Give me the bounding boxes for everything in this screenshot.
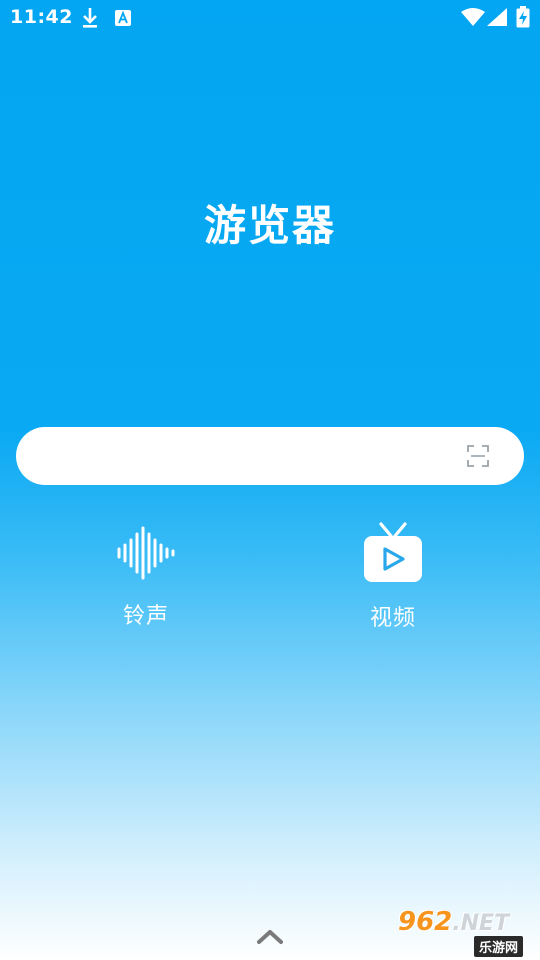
battery-charging-icon xyxy=(516,6,530,32)
page-title: 游览器 xyxy=(203,201,336,250)
wifi-icon xyxy=(461,8,485,30)
video-button[interactable]: 视频 xyxy=(323,522,463,632)
status-time: 11:42 xyxy=(10,6,73,28)
ringtone-button[interactable]: 铃声 xyxy=(76,522,216,630)
video-label: 视频 xyxy=(369,606,416,631)
signal-icon xyxy=(487,8,507,30)
watermark-brand: 962.NET xyxy=(398,907,510,937)
scan-icon[interactable] xyxy=(466,444,490,468)
search-input[interactable] xyxy=(40,427,464,487)
status-bar: 11:42 xyxy=(0,0,540,36)
search-bar[interactable] xyxy=(16,427,524,487)
chevron-up-icon[interactable] xyxy=(255,926,285,946)
text-app-icon xyxy=(114,9,132,31)
ringtone-label: 铃声 xyxy=(122,604,169,629)
tv-play-icon xyxy=(323,522,463,590)
watermark-site-name: 乐游网 xyxy=(474,936,524,957)
watermark-logo: 962.NET 乐游网 xyxy=(398,907,536,957)
sound-wave-icon xyxy=(76,522,216,588)
download-icon xyxy=(80,6,100,34)
